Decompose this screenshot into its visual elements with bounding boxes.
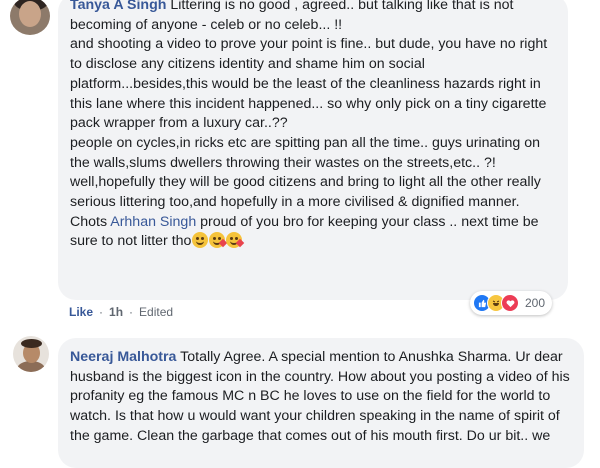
smiling-face-icon [192,232,209,249]
avatar-face [19,1,41,27]
comment-actions: Like · 1h · Edited [69,305,173,319]
like-link[interactable]: Like [69,305,93,319]
kissing-heart-icon [226,232,245,249]
comment-bubble: Neeraj Malhotra Totally Agree. A special… [58,338,584,468]
comment-text: Tanya A Singh Littering is no good , agr… [70,0,556,255]
kissing-heart-icon [209,232,228,249]
avatar-hair [21,339,42,348]
timestamp-link[interactable]: 1h [109,305,123,319]
emoji-group [191,232,245,255]
commenter-avatar[interactable] [10,0,50,35]
comment-text: Neeraj Malhotra Totally Agree. A special… [70,340,572,447]
comment-bubble: Tanya A Singh Littering is no good , agr… [58,0,568,300]
edited-link[interactable]: Edited [139,305,173,319]
comment-body: Littering is no good , agreed.. but talk… [70,0,548,230]
reactions-summary[interactable]: 200 [470,291,552,315]
comment-author-link[interactable]: Tanya A Singh [70,0,166,13]
mention-link[interactable]: Arhhan Singh [110,214,196,230]
love-icon [501,294,519,312]
separator-dot: · [129,305,134,319]
separator-dot: · [99,305,104,319]
reaction-count: 200 [525,296,546,310]
comment-author-link[interactable]: Neeraj Malhotra [70,349,176,365]
commenter-avatar[interactable] [13,336,49,372]
